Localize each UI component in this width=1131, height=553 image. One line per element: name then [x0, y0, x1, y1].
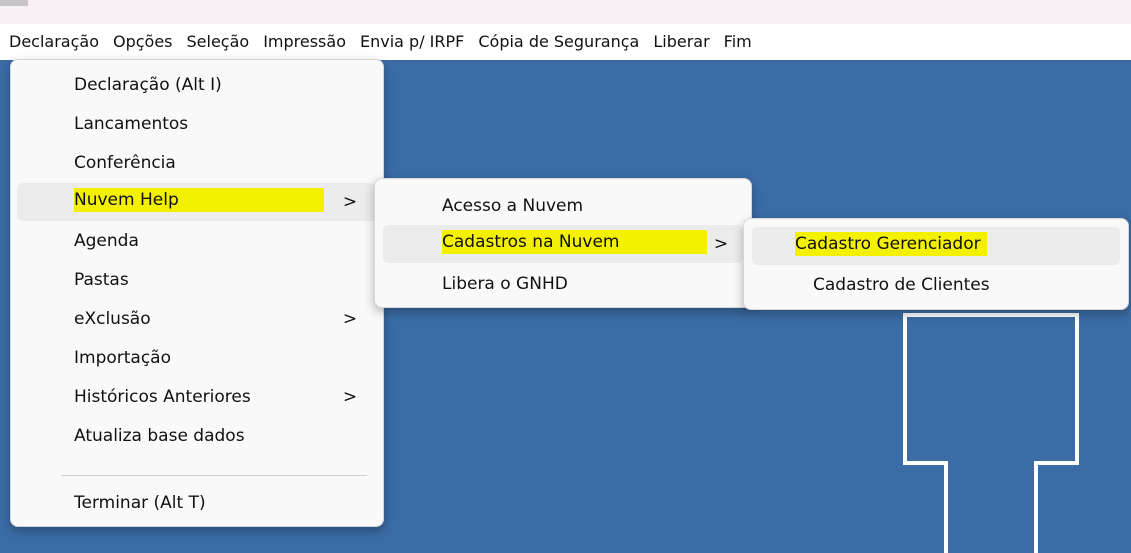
menu-item-nuvem-help[interactable]: Nuvem Help >	[17, 183, 377, 221]
menu-item-exclusao[interactable]: eXclusão >	[17, 300, 377, 338]
menu-bar: Declaração Opções Seleção Impressão Envi…	[0, 24, 1131, 60]
menu-item-label: Atualiza base dados	[74, 426, 245, 446]
menu-item-label: Históricos Anteriores	[74, 387, 251, 407]
chevron-right-icon: >	[713, 234, 729, 254]
menu-item-label: eXclusão	[74, 309, 151, 329]
chevron-right-icon: >	[342, 192, 358, 212]
menu-item-libera-o-gnhd[interactable]: Libera o GNHD	[383, 265, 743, 303]
background-stem-gap	[948, 461, 1034, 465]
menu-item-lancamentos[interactable]: Lancamentos	[17, 105, 377, 143]
menu-item-label: Declaração (Alt I)	[74, 75, 222, 95]
menu-item-historicos-anteriores[interactable]: Históricos Anteriores >	[17, 378, 377, 416]
menu-item-label: Cadastro Gerenciador	[795, 232, 987, 256]
menubar-envia-irpf[interactable]: Envia p/ IRPF	[353, 24, 471, 60]
nuvem-help-submenu: Acesso a Nuvem Cadastros na Nuvem > Libe…	[374, 178, 752, 308]
menu-item-label: Conferência	[74, 153, 176, 173]
menubar-liberar[interactable]: Liberar	[646, 24, 716, 60]
menu-item-label: Cadastros na Nuvem	[442, 230, 707, 254]
menu-item-cadastros-na-nuvem[interactable]: Cadastros na Nuvem >	[383, 225, 743, 263]
menubar-declaracao[interactable]: Declaração	[2, 24, 106, 60]
menubar-impressao[interactable]: Impressão	[256, 24, 353, 60]
menu-item-cadastro-gerenciador[interactable]: Cadastro Gerenciador	[752, 227, 1120, 265]
menu-separator	[61, 475, 367, 476]
background-frame-shape	[903, 313, 1079, 465]
menu-item-declaracao-alt-i[interactable]: Declaração (Alt I)	[17, 66, 377, 104]
menu-item-atualiza-base-dados[interactable]: Atualiza base dados	[17, 417, 377, 455]
menubar-copia-seguranca[interactable]: Cópia de Segurança	[471, 24, 646, 60]
menubar-opcoes[interactable]: Opções	[106, 24, 180, 60]
declaracao-dropdown: Declaração (Alt I) Lancamentos Conferênc…	[10, 59, 384, 527]
menu-item-conferencia[interactable]: Conferência	[17, 144, 377, 182]
menu-item-acesso-a-nuvem[interactable]: Acesso a Nuvem	[383, 187, 743, 225]
menu-item-label: Libera o GNHD	[442, 274, 568, 294]
menu-item-importacao[interactable]: Importação	[17, 339, 377, 377]
menubar-fim[interactable]: Fim	[717, 24, 759, 60]
menu-item-label: Nuvem Help	[74, 188, 324, 212]
chevron-right-icon: >	[342, 309, 358, 329]
menu-item-terminar-alt-t[interactable]: Terminar (Alt T)	[17, 484, 377, 522]
menu-item-label: Agenda	[74, 231, 139, 251]
menu-item-pastas[interactable]: Pastas	[17, 261, 377, 299]
menu-item-label: Importação	[74, 348, 172, 368]
menu-item-label: Terminar (Alt T)	[74, 493, 206, 513]
chevron-right-icon: >	[342, 387, 358, 407]
menu-item-cadastro-de-clientes[interactable]: Cadastro de Clientes	[752, 266, 1120, 304]
menu-item-label: Pastas	[74, 270, 129, 290]
menubar-selecao[interactable]: Seleção	[180, 24, 257, 60]
title-bar-edge	[0, 0, 28, 6]
menu-item-label: Lancamentos	[74, 114, 189, 134]
menu-item-label: Acesso a Nuvem	[442, 196, 584, 216]
background-stem-shape	[944, 461, 1038, 553]
cadastros-na-nuvem-submenu: Cadastro Gerenciador Cadastro de Cliente…	[743, 218, 1129, 310]
menu-item-label: Cadastro de Clientes	[813, 275, 990, 295]
title-bar	[0, 0, 1131, 24]
menu-item-agenda[interactable]: Agenda	[17, 222, 377, 260]
